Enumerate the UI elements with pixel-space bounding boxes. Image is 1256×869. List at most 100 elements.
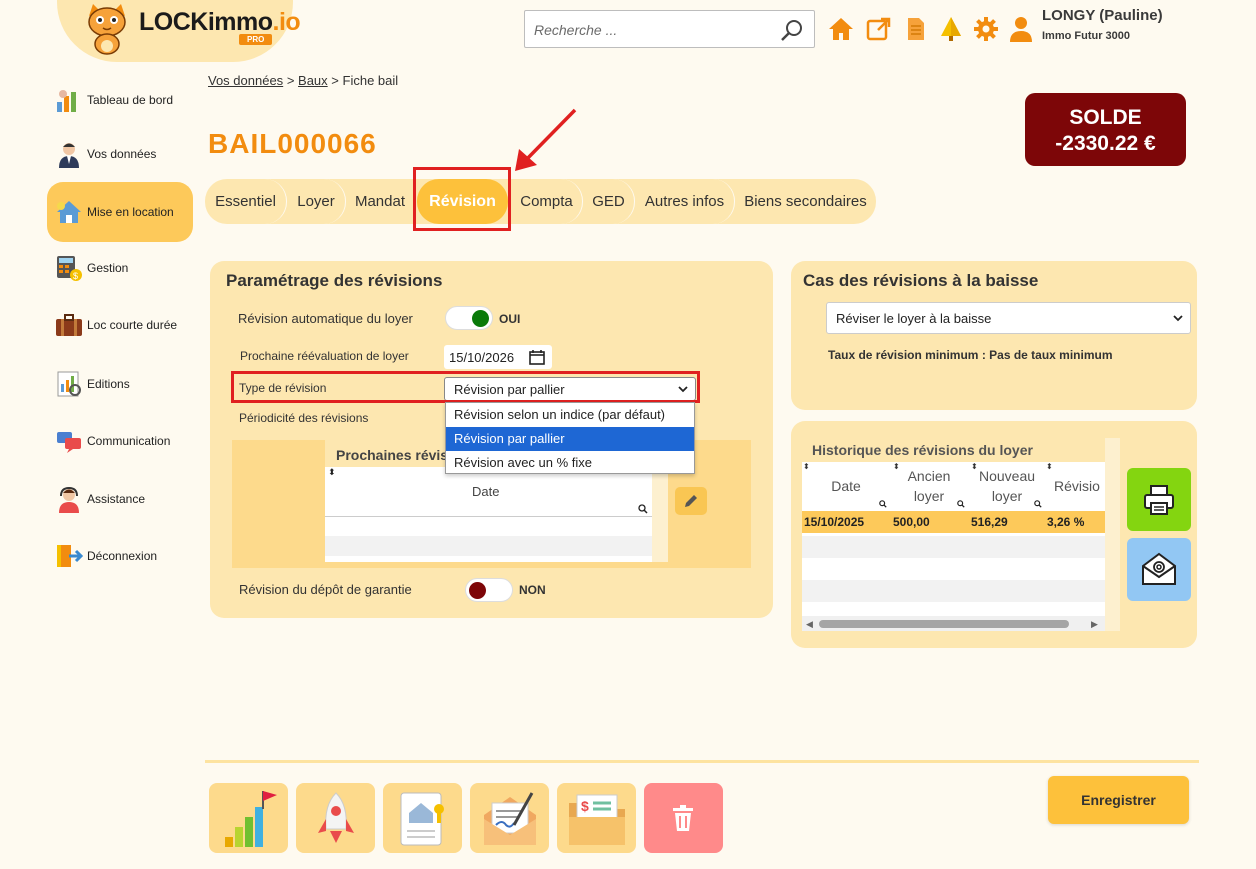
sidebar-item-communication[interactable]: Communication (47, 423, 193, 459)
document-icon[interactable] (903, 16, 929, 42)
print-button[interactable] (1127, 468, 1191, 531)
filter-search-icon[interactable] (638, 504, 648, 514)
user-icon[interactable] (1008, 16, 1034, 42)
save-button[interactable]: Enregistrer (1048, 776, 1189, 824)
tab-essentiel[interactable]: Essentiel (205, 179, 287, 224)
column-header-revision[interactable]: Révisio (1054, 476, 1104, 496)
sidebar-item-label: Editions (87, 377, 130, 391)
logout-icon (57, 545, 83, 567)
user-name[interactable]: LONGY (Pauline) (1042, 7, 1163, 24)
sidebar-item-label: Communication (87, 434, 171, 448)
invoice-folder-button[interactable]: $ (557, 783, 636, 853)
sidebar-item-deconnexion[interactable]: Déconnexion (47, 538, 193, 574)
gear-icon[interactable] (973, 16, 999, 42)
option-indice[interactable]: Révision selon un indice (par défaut) (446, 403, 694, 427)
auto-revision-label: Révision automatique du loyer (238, 311, 413, 326)
sort-icon[interactable]: ⬍ (328, 467, 336, 478)
breadcrumb-link-baux[interactable]: Baux (298, 73, 328, 88)
property-document-button[interactable] (383, 783, 462, 853)
scrollbar-thumb[interactable] (819, 620, 1069, 628)
search-box[interactable] (524, 10, 815, 48)
column-header-date[interactable]: Date (472, 484, 499, 499)
scroll-right-icon[interactable]: ▶ (1091, 619, 1098, 630)
divider (325, 516, 652, 517)
home-icon[interactable] (828, 16, 854, 42)
search-icon[interactable] (780, 18, 804, 42)
sidebar-item-assistance[interactable]: Assistance (47, 481, 193, 517)
next-revaluation-date-value: 15/10/2026 (449, 350, 515, 365)
column-header-ancien-loyer[interactable]: Ancien loyer (900, 466, 958, 506)
external-link-icon[interactable] (866, 16, 892, 42)
tab-biens-secondaires[interactable]: Biens secondaires (735, 179, 876, 224)
sidebar-item-vos-donnees[interactable]: Vos données (47, 136, 193, 172)
sidebar-item-tableau-de-bord[interactable]: Tableau de bord (47, 82, 193, 118)
rocket-icon (318, 792, 354, 843)
next-revaluation-label: Prochaine réévaluation de loyer (240, 349, 409, 363)
tab-autres-infos[interactable]: Autres infos (635, 179, 735, 224)
vertical-scrollbar[interactable] (1105, 438, 1120, 631)
invoice-folder-icon: $ (569, 794, 625, 845)
headset-icon (59, 486, 79, 513)
search-input[interactable] (534, 20, 774, 40)
suitcase-icon (56, 314, 82, 336)
signed-letter-icon (484, 792, 536, 845)
rocket-button[interactable] (296, 783, 375, 853)
auto-revision-value: OUI (499, 312, 521, 326)
tab-ged[interactable]: GED (583, 179, 635, 224)
sort-icon[interactable]: ⬍ (1046, 462, 1053, 471)
table-row[interactable]: 15/10/2025 500,00 516,29 3,26 % (802, 511, 1105, 533)
deposit-revision-label: Révision du dépôt de garantie (239, 582, 412, 597)
email-button[interactable] (1127, 538, 1191, 601)
deposit-revision-toggle[interactable] (465, 578, 513, 602)
pencil-icon (685, 495, 697, 507)
tree-icon[interactable] (938, 16, 964, 42)
option-pourcentage-fixe[interactable]: Révision avec un % fixe (446, 451, 694, 475)
signed-letter-button[interactable] (470, 783, 549, 853)
sidebar-item-mise-en-location[interactable]: Mise en location (47, 182, 193, 242)
cell-ancien: 500,00 (893, 515, 930, 529)
breadcrumb-separator: > (286, 73, 295, 88)
table-row (802, 580, 1105, 602)
sidebar-item-label: Vos données (87, 147, 157, 161)
scroll-left-icon[interactable]: ◀ (806, 619, 813, 630)
cell-date: 15/10/2025 (804, 515, 865, 529)
column-header-date[interactable]: Date (820, 476, 872, 496)
house-doc-icon (400, 792, 444, 846)
sidebar-item-label: Déconnexion (87, 549, 158, 563)
next-revaluation-date-input[interactable]: 15/10/2026 (444, 345, 552, 369)
tab-mandat[interactable]: Mandat (346, 179, 414, 224)
filter-search-icon[interactable] (879, 500, 887, 508)
dashboard-icon (57, 90, 76, 112)
delete-button[interactable] (644, 783, 723, 853)
cat-mascot-icon (88, 4, 126, 55)
filter-search-icon[interactable] (957, 500, 965, 508)
column-header-nouveau-loyer[interactable]: Nouveau loyer (974, 466, 1040, 506)
progress-button[interactable] (209, 783, 288, 853)
calendar-icon[interactable] (529, 349, 545, 365)
baisse-selected: Réviser le loyer à la baisse (836, 311, 992, 326)
filter-search-icon[interactable] (1034, 500, 1042, 508)
tab-compta[interactable]: Compta (511, 179, 583, 224)
baisse-panel-title: Cas des révisions à la baisse (803, 271, 1039, 290)
baisse-select[interactable]: Réviser le loyer à la baisse (826, 302, 1191, 334)
option-pallier[interactable]: Révision par pallier (446, 427, 694, 451)
annotation-arrow-tab (515, 108, 577, 171)
annotation-box-select (231, 371, 700, 403)
tab-loyer[interactable]: Loyer (287, 179, 346, 224)
svg-text:$: $ (581, 798, 589, 814)
annotation-box-tab (413, 167, 511, 231)
sidebar-item-gestion[interactable]: $ Gestion (47, 250, 193, 286)
sidebar-item-label: Gestion (87, 261, 129, 275)
deposit-revision-value: NON (519, 583, 546, 597)
breadcrumb-link-vos-donnees[interactable]: Vos données (208, 73, 283, 88)
sort-icon[interactable]: ⬍ (893, 462, 900, 471)
sort-icon[interactable]: ⬍ (803, 462, 810, 471)
sidebar-item-editions[interactable]: Editions (47, 366, 193, 402)
horizontal-scrollbar[interactable]: ◀ ▶ (802, 616, 1105, 631)
auto-revision-toggle[interactable] (445, 306, 493, 330)
solde-badge: SOLDE -2330.22 € (1025, 93, 1186, 166)
sidebar-item-loc-courte-duree[interactable]: Loc courte durée (47, 307, 193, 343)
edit-button[interactable] (675, 487, 707, 515)
logo[interactable]: LOCKimmo.io PRO (57, 0, 301, 62)
revision-type-dropdown[interactable]: Révision selon un indice (par défaut) Ré… (445, 402, 695, 474)
